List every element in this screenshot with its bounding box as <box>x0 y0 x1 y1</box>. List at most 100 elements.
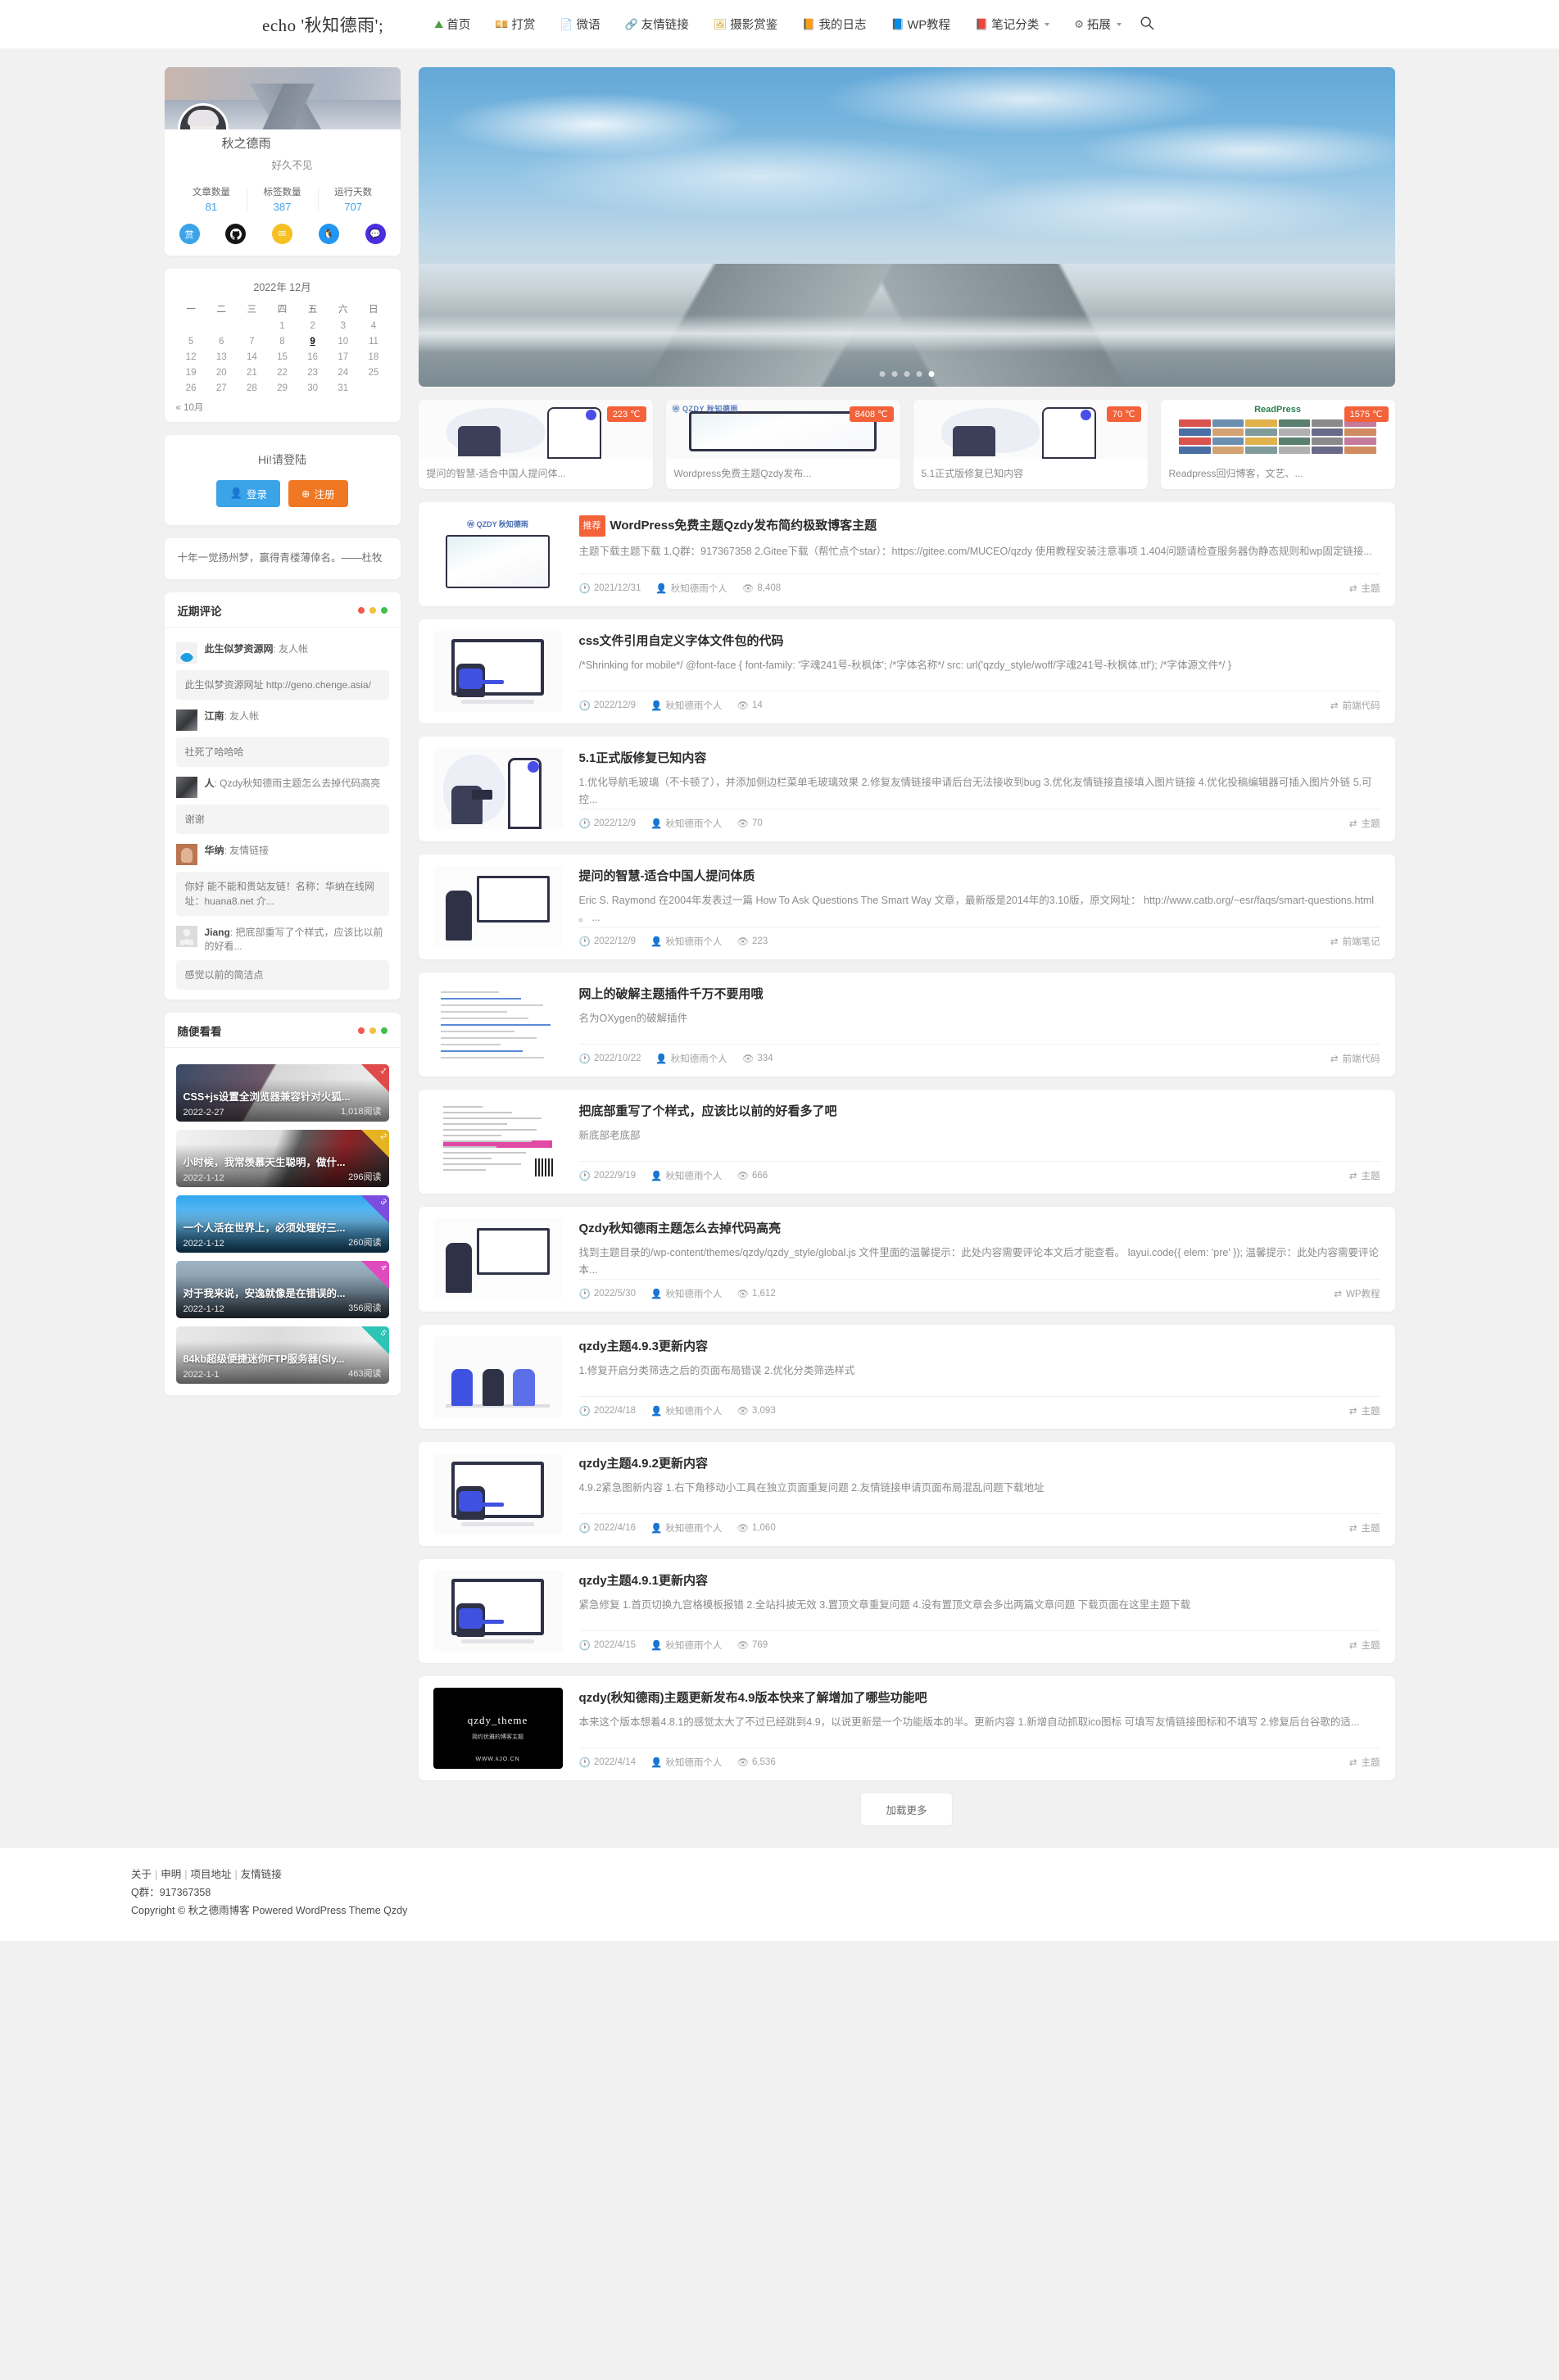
calendar-day-7[interactable]: 7 <box>237 333 267 349</box>
calendar-day-29[interactable]: 29 <box>267 380 297 396</box>
calendar-prev-link[interactable]: « 10月 <box>176 401 389 414</box>
post-category[interactable]: ⇄ 主题 <box>1349 1521 1380 1535</box>
comment-author[interactable]: 华纳 <box>205 845 224 856</box>
hero-dot-3[interactable] <box>904 371 909 377</box>
comment-post-title[interactable]: : 友人帐 <box>274 643 309 655</box>
login-button[interactable]: 👤 登录 <box>216 480 281 507</box>
post-item[interactable]: qzdy主题4.9.1更新内容 紧急修复 1.首页切换九宫格模板报错 2.全站抖披… <box>418 1559 1395 1663</box>
calendar-day-15[interactable]: 15 <box>267 349 297 365</box>
hot-card-2[interactable]: 70 ℃ 5.1正式版修复已知内容 <box>913 400 1148 489</box>
footer-link-3[interactable]: 友情链接 <box>241 1869 282 1880</box>
calendar-day-18[interactable]: 18 <box>358 349 388 365</box>
calendar-day-23[interactable]: 23 <box>297 365 328 380</box>
register-button[interactable]: ⊕ 注册 <box>288 480 348 507</box>
comment-author[interactable]: Jiang <box>205 927 230 938</box>
calendar-day-26[interactable]: 26 <box>176 380 206 396</box>
calendar-day-20[interactable]: 20 <box>206 365 237 380</box>
post-item[interactable]: 网上的破解主题插件千万不要用哦 名为OXygen的破解插件 🕐 2022/10/22 👤… <box>418 972 1395 1077</box>
post-item[interactable]: css文件引用自定义字体文件包的代码 /*Shrinking for mobile… <box>418 619 1395 723</box>
calendar-day-1[interactable]: 1 <box>267 318 297 333</box>
post-category[interactable]: ⇄ 主题 <box>1349 1169 1380 1182</box>
nav-item-0[interactable]: ⛰ 首页 <box>434 16 470 33</box>
post-title[interactable]: qzdy主题4.9.2更新内容 <box>579 1455 1380 1473</box>
calendar-day-25[interactable]: 25 <box>358 365 388 380</box>
post-title[interactable]: 推荐 WordPress免费主题Qzdy发布简约极致博客主题 <box>578 515 1380 537</box>
nav-item-4[interactable]: 🖼 摄影赏鉴 <box>714 16 778 33</box>
post-title[interactable]: qzdy主题4.9.3更新内容 <box>579 1338 1380 1356</box>
hot-card-0[interactable]: 223 ℃ 提问的智慧-适合中国人提问体... <box>418 400 653 489</box>
post-category[interactable]: ⇄ WP教程 <box>1334 1287 1380 1300</box>
calendar-day-24[interactable]: 24 <box>328 365 358 380</box>
post-category[interactable]: ⇄ 主题 <box>1349 1639 1380 1652</box>
hero-dot-2[interactable] <box>891 371 897 377</box>
calendar-day-6[interactable]: 6 <box>206 333 237 349</box>
calendar-day-12[interactable]: 12 <box>176 349 206 365</box>
hero-slider[interactable] <box>418 67 1395 387</box>
site-brand[interactable]: echo '秋知德雨'; <box>262 12 383 37</box>
post-item[interactable]: Ⓦ QZDY 秋知德雨 推荐 WordPress免费主题Qzdy发布简约极致博客主题… <box>418 502 1395 606</box>
nav-item-6[interactable]: 📘 WP教程 <box>891 16 950 33</box>
comment-post-title[interactable]: : 把底部重写了个样式，应该比以前的好看... <box>205 927 383 952</box>
post-title[interactable]: css文件引用自定义字体文件包的代码 <box>579 632 1380 651</box>
post-title[interactable]: qzdy主题4.9.1更新内容 <box>579 1572 1380 1590</box>
post-title[interactable]: 把底部重写了个样式，应该比以前的好看多了吧 <box>579 1103 1380 1121</box>
calendar-day-3[interactable]: 3 <box>328 318 358 333</box>
github-icon[interactable] <box>225 224 247 244</box>
post-title[interactable]: Qzdy秋知德雨主题怎么去掉代码高亮 <box>579 1220 1380 1238</box>
random-post-item[interactable]: 1 CSS+js设置全浏览器兼容针对火狐... 2022-2-27 1,018阅读 <box>175 1064 389 1122</box>
post-title[interactable]: 网上的破解主题插件千万不要用哦 <box>579 986 1380 1004</box>
load-more-button[interactable]: 加载更多 <box>861 1793 952 1825</box>
calendar-day-13[interactable]: 13 <box>206 349 237 365</box>
nav-item-7[interactable]: 📕 笔记分类 <box>975 16 1050 33</box>
nav-item-5[interactable]: 📙 我的日志 <box>802 16 866 33</box>
hot-card-3[interactable]: ReadPress 1575 ℃ Readpress回归博客，文艺、... <box>1160 400 1395 489</box>
footer-link-0[interactable]: 关于 <box>131 1869 152 1880</box>
random-post-item[interactable]: 4 对于我来说，安逸就像是在错误的... 2022-1-12 356阅读 <box>175 1261 389 1318</box>
post-title[interactable]: 5.1正式版修复已知内容 <box>579 750 1380 768</box>
post-item[interactable]: 5.1正式版修复已知内容 1.优化导航毛玻璃（不卡顿了），并添加侧边栏菜单毛玻璃效… <box>418 737 1395 841</box>
calendar-day-4[interactable]: 4 <box>358 318 388 333</box>
post-category[interactable]: ⇄ 前端代码 <box>1330 699 1380 712</box>
calendar-day-30[interactable]: 30 <box>297 380 328 396</box>
calendar-day-19[interactable]: 19 <box>176 365 206 380</box>
post-item[interactable]: 把底部重写了个样式，应该比以前的好看多了吧 新底部老底部 🕐 2022/9/19 👤 秋知… <box>418 1090 1395 1194</box>
calendar-day-11[interactable]: 11 <box>358 333 388 349</box>
post-category[interactable]: ⇄ 主题 <box>1349 817 1380 830</box>
hero-dot-4[interactable] <box>916 371 922 377</box>
post-item[interactable]: 提问的智慧-适合中国人提问体质 Eric S. Raymond 在2004年发表过… <box>418 855 1395 959</box>
calendar-day-28[interactable]: 28 <box>237 380 267 396</box>
post-item[interactable]: qzdy_theme 简约优雅的博客主题 WWW.kJO.CN qzdy(秋知德雨)主… <box>418 1676 1395 1780</box>
calendar-day-21[interactable]: 21 <box>237 365 267 380</box>
random-post-item[interactable]: 3 一个人活在世界上，必须处理好三... 2022-1-12 260阅读 <box>175 1195 389 1253</box>
comment-post-title[interactable]: : Qzdy秋知德雨主题怎么去掉代码高亮 <box>215 777 381 789</box>
post-item[interactable]: qzdy主题4.9.3更新内容 1.修复开启分类筛选之后的页面布局错误 2.优化分… <box>418 1325 1395 1429</box>
hero-dot-5[interactable] <box>928 371 934 377</box>
post-title[interactable]: qzdy(秋知德雨)主题更新发布4.9版本快来了解增加了哪些功能吧 <box>579 1689 1380 1707</box>
post-category[interactable]: ⇄ 前端笔记 <box>1330 935 1380 948</box>
calendar-day-10[interactable]: 10 <box>328 333 358 349</box>
search-icon[interactable] <box>1140 16 1158 34</box>
wechat-icon[interactable]: 💬 <box>365 224 386 244</box>
hero-dot-1[interactable] <box>879 371 885 377</box>
nav-item-1[interactable]: 💴 打赏 <box>495 16 535 33</box>
calendar-day-31[interactable]: 31 <box>328 380 358 396</box>
comment-author[interactable]: 人 <box>205 777 215 789</box>
comment-post-title[interactable]: : 友人帐 <box>224 710 260 722</box>
calendar-day-8[interactable]: 8 <box>267 333 297 349</box>
post-title[interactable]: 提问的智慧-适合中国人提问体质 <box>579 868 1380 886</box>
random-post-item[interactable]: 2 小时候，我常羡慕天生聪明，做什... 2022-1-12 296阅读 <box>175 1130 389 1187</box>
random-post-item[interactable]: 5 84kb超级便捷迷你FTP服务器(Sly... 2022-1-1 463阅读 <box>175 1326 389 1384</box>
calendar-day-9[interactable]: 9 <box>297 333 328 349</box>
calendar-day-2[interactable]: 2 <box>297 318 328 333</box>
post-item[interactable]: qzdy主题4.9.2更新内容 4.9.2紧急图新内容 1.右下角移动小工具在独立… <box>418 1442 1395 1546</box>
qq-icon[interactable]: 🐧 <box>318 224 339 244</box>
nav-item-3[interactable]: 🔗 友情链接 <box>625 16 689 33</box>
hot-card-1[interactable]: Ⓦ QZDY 秋知德雨 8408 ℃ Wordpress免费主题Qzdy发布... <box>665 400 900 489</box>
calendar-day-16[interactable]: 16 <box>297 349 328 365</box>
email-icon[interactable]: ✉ <box>272 224 292 244</box>
calendar-day-22[interactable]: 22 <box>267 365 297 380</box>
comment-author[interactable]: 江南 <box>205 710 224 722</box>
nav-item-8[interactable]: ⚙ 拓展 <box>1074 16 1122 33</box>
calendar-day-5[interactable]: 5 <box>176 333 206 349</box>
calendar-day-14[interactable]: 14 <box>237 349 267 365</box>
